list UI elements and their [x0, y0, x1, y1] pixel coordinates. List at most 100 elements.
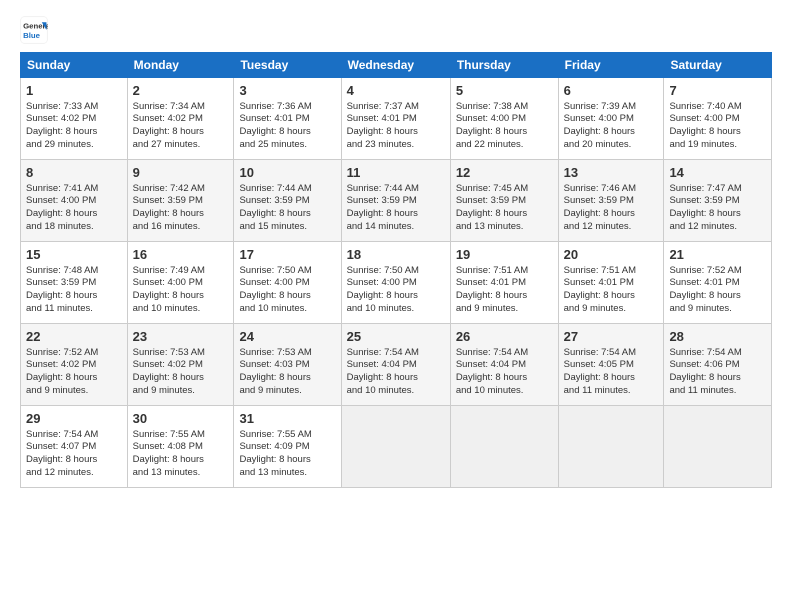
calendar-cell: 10Sunrise: 7:44 AMSunset: 3:59 PMDayligh…	[234, 160, 341, 242]
day-number: 16	[133, 246, 229, 264]
day-number: 19	[456, 246, 553, 264]
day-info-line: Sunrise: 7:42 AM	[133, 183, 205, 194]
day-info-line: Sunrise: 7:52 AM	[669, 265, 741, 276]
day-info-line: Sunrise: 7:51 AM	[564, 265, 636, 276]
day-info-line: Sunrise: 7:55 AM	[239, 429, 311, 440]
calendar-cell: 16Sunrise: 7:49 AMSunset: 4:00 PMDayligh…	[127, 242, 234, 324]
calendar-cell: 23Sunrise: 7:53 AMSunset: 4:02 PMDayligh…	[127, 324, 234, 406]
calendar-cell: 13Sunrise: 7:46 AMSunset: 3:59 PMDayligh…	[558, 160, 664, 242]
day-number: 4	[347, 82, 445, 100]
day-info-line: Daylight: 8 hours	[456, 372, 527, 383]
day-number: 1	[26, 82, 122, 100]
calendar-week-row: 15Sunrise: 7:48 AMSunset: 3:59 PM Dayligh…	[21, 242, 772, 324]
day-info-line: Sunset: 4:07 PM	[26, 441, 96, 452]
day-info-line: Sunrise: 7:54 AM	[347, 347, 419, 358]
day-number: 5	[456, 82, 553, 100]
calendar-cell: 5Sunrise: 7:38 AMSunset: 4:00 PMDaylight…	[450, 78, 558, 160]
calendar-week-row: 8Sunrise: 7:41 AMSunset: 4:00 PMDaylight…	[21, 160, 772, 242]
calendar-day-header: Saturday	[664, 53, 772, 78]
day-info-line: Sunrise: 7:54 AM	[456, 347, 528, 358]
logo: General Blue	[20, 16, 52, 44]
day-info-line: Sunrise: 7:44 AM	[239, 183, 311, 194]
calendar-header-row: SundayMondayTuesdayWednesdayThursdayFrid…	[21, 53, 772, 78]
day-info-line: Sunrise: 7:33 AM	[26, 101, 98, 112]
day-info-line: Sunrise: 7:37 AM	[347, 101, 419, 112]
day-number: 30	[133, 410, 229, 428]
day-info-line: Sunrise: 7:36 AM	[239, 101, 311, 112]
day-info-line: Sunrise: 7:54 AM	[564, 347, 636, 358]
day-info-line: Sunrise: 7:39 AM	[564, 101, 636, 112]
day-info-line: and 27 minutes.	[133, 139, 201, 150]
day-info-line: Sunset: 3:59 PM	[133, 195, 203, 206]
day-info-line: Sunrise: 7:52 AM	[26, 347, 98, 358]
calendar-week-row: 22Sunrise: 7:52 AMSunset: 4:02 PMDayligh…	[21, 324, 772, 406]
calendar-cell: 24Sunrise: 7:53 AMSunset: 4:03 PMDayligh…	[234, 324, 341, 406]
day-info-line: Daylight: 8 hours	[564, 208, 635, 219]
day-info-line: Sunset: 4:04 PM	[456, 359, 526, 370]
day-info-line: Sunset: 3:59 PM	[564, 195, 634, 206]
day-info-line: Sunset: 4:00 PM	[347, 277, 417, 288]
day-info-line: Sunset: 4:01 PM	[456, 277, 526, 288]
day-info-line: Sunset: 3:59 PM	[669, 195, 739, 206]
calendar-cell: 3Sunrise: 7:36 AMSunset: 4:01 PMDaylight…	[234, 78, 341, 160]
day-info-line: Sunrise: 7:44 AM	[347, 183, 419, 194]
day-info-line: and 10 minutes.	[133, 303, 201, 314]
day-info-line: Sunset: 4:04 PM	[347, 359, 417, 370]
day-info-line: and 9 minutes.	[456, 303, 518, 314]
calendar-day-header: Friday	[558, 53, 664, 78]
day-info-line: Sunset: 4:02 PM	[26, 113, 96, 124]
day-info-line: and 9 minutes.	[133, 385, 195, 396]
day-info-line: Sunset: 3:59 PM	[347, 195, 417, 206]
day-info-line: Daylight: 8 hours	[239, 454, 310, 465]
calendar-cell: 18Sunrise: 7:50 AMSunset: 4:00 PMDayligh…	[341, 242, 450, 324]
day-info-line: Sunrise: 7:48 AM	[26, 265, 98, 276]
day-info-line: Sunset: 3:59 PM	[239, 195, 309, 206]
day-number: 31	[239, 410, 335, 428]
day-info-line: and 9 minutes.	[239, 385, 301, 396]
day-info-line: Daylight: 8 hours	[239, 372, 310, 383]
day-number: 3	[239, 82, 335, 100]
day-info-line: and 14 minutes.	[347, 221, 415, 232]
day-number: 2	[133, 82, 229, 100]
calendar-cell	[558, 406, 664, 488]
calendar-day-header: Monday	[127, 53, 234, 78]
day-info-line: Sunrise: 7:51 AM	[456, 265, 528, 276]
day-info-line: and 12 minutes.	[564, 221, 632, 232]
day-info-line: Sunset: 4:00 PM	[564, 113, 634, 124]
day-info-line: Sunrise: 7:53 AM	[133, 347, 205, 358]
day-info-line: Sunrise: 7:55 AM	[133, 429, 205, 440]
calendar-cell: 31Sunrise: 7:55 AMSunset: 4:09 PMDayligh…	[234, 406, 341, 488]
day-info-line: Sunrise: 7:45 AM	[456, 183, 528, 194]
calendar-cell: 1Sunrise: 7:33 AMSunset: 4:02 PMDaylight…	[21, 78, 128, 160]
calendar-day-header: Sunday	[21, 53, 128, 78]
day-info-line: Sunset: 4:01 PM	[669, 277, 739, 288]
day-number: 23	[133, 328, 229, 346]
header: General Blue	[20, 16, 772, 44]
day-number: 13	[564, 164, 659, 182]
calendar-cell	[664, 406, 772, 488]
day-info-line: and 9 minutes.	[564, 303, 626, 314]
day-info-line: and 16 minutes.	[133, 221, 201, 232]
day-info-line: and 11 minutes.	[669, 385, 736, 396]
day-info-line: Sunrise: 7:41 AM	[26, 183, 98, 194]
calendar-cell: 6Sunrise: 7:39 AMSunset: 4:00 PMDaylight…	[558, 78, 664, 160]
day-info-line: Sunrise: 7:40 AM	[669, 101, 741, 112]
day-number: 25	[347, 328, 445, 346]
day-info-line: Sunset: 4:01 PM	[347, 113, 417, 124]
day-info-line: and 12 minutes.	[669, 221, 737, 232]
page-container: General Blue SundayMondayTuesdayWednesda…	[0, 0, 792, 498]
calendar-day-header: Wednesday	[341, 53, 450, 78]
day-info-line: Sunset: 3:59 PM	[26, 277, 96, 288]
day-number: 15	[26, 246, 122, 264]
day-info-line: Daylight: 8 hours	[564, 372, 635, 383]
day-info-line: Daylight: 8 hours	[564, 290, 635, 301]
calendar-table: SundayMondayTuesdayWednesdayThursdayFrid…	[20, 52, 772, 488]
day-info-line: Daylight: 8 hours	[456, 290, 527, 301]
calendar-cell: 2Sunrise: 7:34 AMSunset: 4:02 PMDaylight…	[127, 78, 234, 160]
day-number: 7	[669, 82, 766, 100]
day-info-line: and 9 minutes.	[669, 303, 731, 314]
day-info-line: and 23 minutes.	[347, 139, 415, 150]
day-info-line: Daylight: 8 hours	[133, 372, 204, 383]
day-info-line: and 10 minutes.	[239, 303, 307, 314]
day-info-line: Sunset: 4:08 PM	[133, 441, 203, 452]
